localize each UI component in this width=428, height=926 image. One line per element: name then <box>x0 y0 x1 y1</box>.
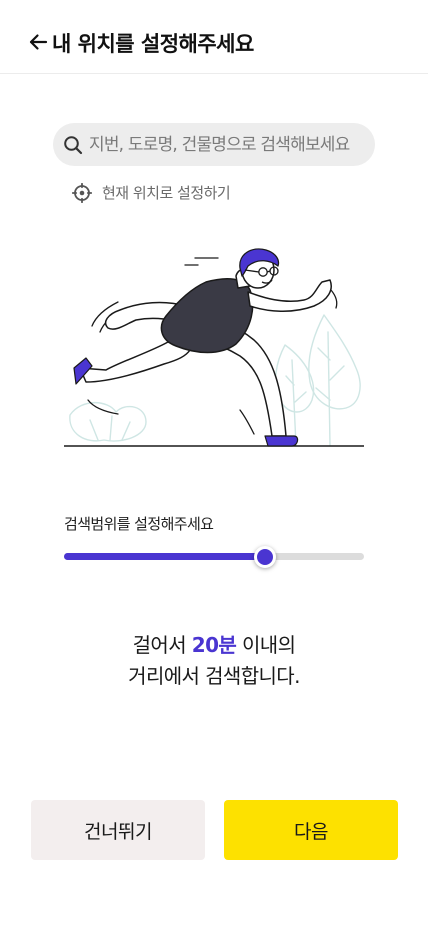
result-prefix: 걸어서 <box>132 633 192 657</box>
search-icon <box>64 135 83 154</box>
skip-button[interactable]: 건너뛰기 <box>31 800 205 860</box>
result-line-2: 거리에서 검색합니다. <box>128 664 300 688</box>
search-input[interactable] <box>89 134 369 155</box>
search-range-result: 걸어서 20분 이내의 거리에서 검색합니다. <box>0 630 428 692</box>
header: 내 위치를 설정해주세요 <box>0 0 428 74</box>
page-title: 내 위치를 설정해주세요 <box>52 32 254 56</box>
result-suffix: 이내의 <box>236 633 296 657</box>
slider-thumb[interactable] <box>254 546 276 568</box>
crosshair-icon <box>72 182 92 203</box>
search-range-slider[interactable] <box>64 546 364 568</box>
current-location-label: 현재 위치로 설정하기 <box>102 184 231 202</box>
slider-fill <box>64 553 265 560</box>
next-button[interactable]: 다음 <box>224 800 398 860</box>
current-location-button[interactable]: 현재 위치로 설정하기 <box>72 182 231 203</box>
arrow-left-icon <box>29 34 48 50</box>
address-search-bar[interactable] <box>53 123 375 166</box>
running-person-illustration <box>64 248 364 447</box>
back-button[interactable] <box>26 30 50 54</box>
result-line-1: 걸어서 20분 이내의 <box>0 630 428 661</box>
walk-time-highlight: 20분 <box>191 633 237 657</box>
search-range-label: 검색범위를 설정해주세요 <box>64 515 214 533</box>
